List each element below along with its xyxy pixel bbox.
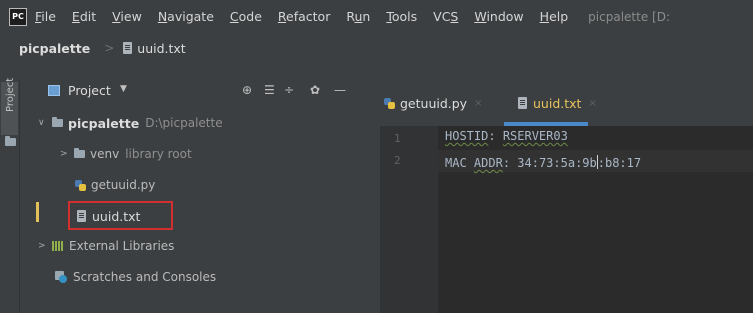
tree-item-external-libraries[interactable]: > External Libraries	[38, 235, 174, 257]
python-file-icon	[75, 179, 86, 191]
code-line-2[interactable]: MAC ADDR: 34:73:5a:9b:b8:17	[445, 155, 641, 170]
menu-file[interactable]: File	[35, 9, 56, 24]
tree-item-note: library root	[125, 147, 192, 161]
locate-file-icon[interactable]: ⊕	[242, 83, 252, 97]
scratches-icon	[55, 271, 67, 283]
breadcrumb-file[interactable]: uuid.txt	[137, 41, 185, 56]
editor-area: getuuid.py × uuid.txt × 1 2 HOSTID: RSER…	[380, 80, 753, 313]
tab-label: getuuid.py	[400, 95, 468, 111]
menu-edit[interactable]: Edit	[72, 9, 96, 24]
tree-item-venv[interactable]: > venv library root	[60, 143, 192, 165]
breadcrumb-project[interactable]: picpalette	[19, 41, 90, 56]
active-tab-indicator	[504, 122, 588, 126]
highlight-box	[68, 201, 173, 230]
project-view-icon	[48, 85, 60, 96]
tree-item-label: picpalette	[68, 115, 140, 131]
text-file-icon	[123, 42, 133, 54]
close-icon[interactable]: ×	[588, 98, 596, 109]
editor-tab-bar: getuuid.py × uuid.txt ×	[380, 80, 753, 126]
code-line-1[interactable]: HOSTID: RSERVER03	[445, 129, 568, 143]
tab-getuuid-py[interactable]: getuuid.py ×	[384, 80, 482, 126]
folder-icon	[74, 148, 85, 158]
navigation-bar: picpalette > uuid.txt	[0, 33, 753, 81]
chevron-down-icon[interactable]: ∨	[38, 118, 52, 128]
library-icon	[52, 241, 64, 251]
pycharm-logo-icon: PC	[9, 7, 27, 26]
tree-item-picpalette[interactable]: ∨ picpalette D:\picpalette	[38, 112, 223, 134]
breadcrumb: picpalette > uuid.txt	[19, 38, 186, 58]
breadcrumb-separator: >	[104, 41, 115, 55]
chevron-right-icon[interactable]: >	[60, 149, 74, 159]
expand-all-icon[interactable]: ☰	[264, 83, 275, 97]
tree-item-label: getuuid.py	[91, 178, 156, 192]
gear-icon[interactable]: ✿	[310, 83, 320, 97]
chevron-down-icon[interactable]: ▼	[120, 84, 127, 94]
window-title: picpalette [D:	[588, 9, 670, 24]
tree-item-path: D:\picpalette	[145, 116, 223, 130]
menu-tools[interactable]: Tools	[386, 9, 417, 24]
project-tool-window-tab[interactable]: Project	[1, 78, 18, 135]
tool-window-strip: Project	[0, 78, 20, 313]
collapse-all-icon[interactable]: ÷	[284, 83, 294, 97]
text-file-icon	[518, 97, 527, 109]
project-panel-header: Project ▼ ⊕ ☰ ÷ ✿ —	[20, 80, 380, 104]
tree-item-getuuid-py[interactable]: getuuid.py	[75, 174, 155, 196]
menu-vcs[interactable]: VCS	[433, 9, 458, 24]
menu-navigate[interactable]: Navigate	[158, 9, 214, 24]
menu-view[interactable]: View	[112, 9, 142, 24]
menu-window[interactable]: Window	[474, 9, 523, 24]
folder-icon	[5, 136, 16, 146]
menu-bar: PC File Edit View Navigate Code Refactor…	[0, 0, 753, 33]
folder-icon	[52, 117, 63, 127]
line-gutter: 1 2	[380, 126, 438, 313]
close-icon[interactable]: ×	[474, 98, 482, 109]
menu-refactor[interactable]: Refactor	[278, 9, 330, 24]
tab-label: uuid.txt	[533, 95, 582, 111]
chevron-right-icon[interactable]: >	[38, 241, 52, 251]
menu-help[interactable]: Help	[540, 9, 569, 24]
tree-item-label: Scratches and Consoles	[73, 270, 217, 284]
menu-run[interactable]: Run	[346, 9, 370, 24]
tab-uuid-txt[interactable]: uuid.txt ×	[518, 80, 597, 126]
menu-code[interactable]: Code	[230, 9, 262, 24]
line-number: 2	[394, 154, 401, 167]
hide-panel-icon[interactable]: —	[334, 83, 346, 97]
line-number: 1	[394, 132, 401, 145]
python-file-icon	[384, 97, 395, 109]
project-tab-label: Project	[5, 77, 16, 112]
tree-item-label: External Libraries	[69, 239, 175, 253]
selection-marker	[36, 202, 39, 222]
tree-item-label: venv	[90, 147, 120, 161]
project-panel-title[interactable]: Project	[68, 83, 111, 98]
tree-item-scratches[interactable]: Scratches and Consoles	[55, 266, 216, 288]
